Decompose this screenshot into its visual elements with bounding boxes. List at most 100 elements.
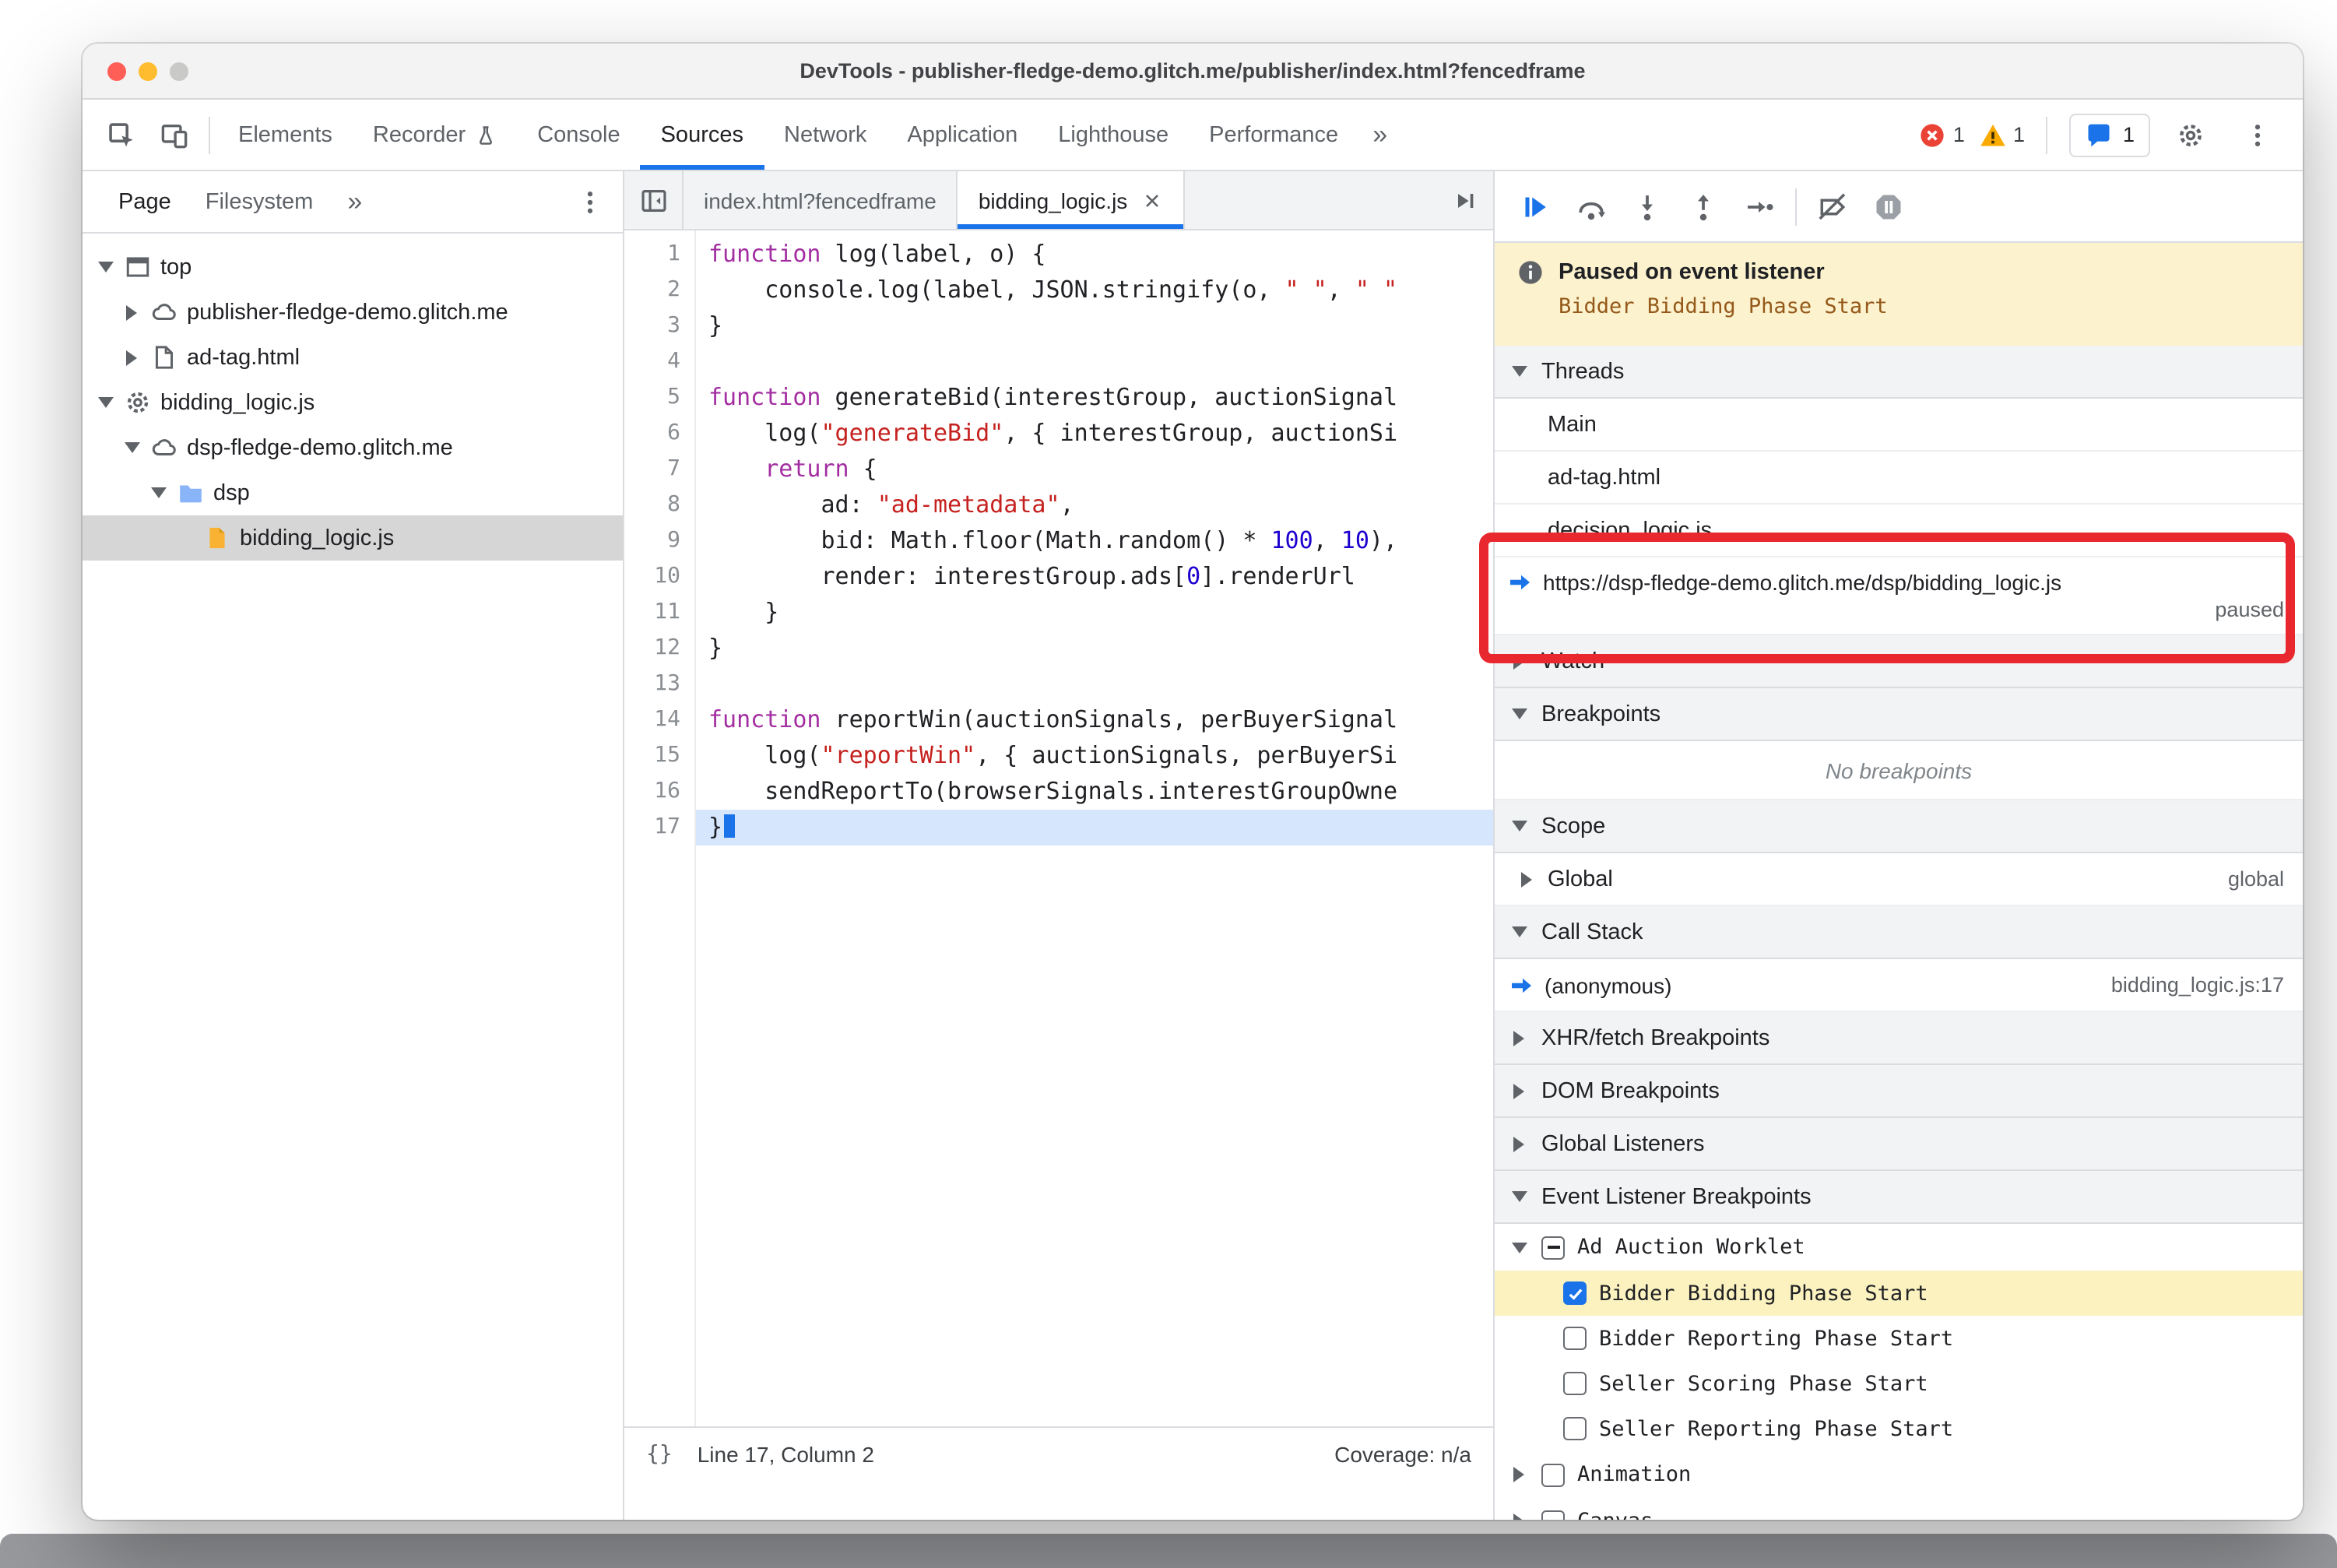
line-number[interactable]: 13 [624,666,680,702]
event-category-checkbox[interactable] [1541,1510,1565,1520]
event-breakpoint-seller-scoring-phase-start[interactable]: Seller Scoring Phase Start [1495,1361,2303,1406]
code-line[interactable]: render: interestGroup.ads[0].renderUrl [696,559,1493,595]
tab-overflow-button[interactable] [1437,171,1493,229]
line-number[interactable]: 4 [624,344,680,380]
expander-closed[interactable] [121,347,142,367]
tab-recorder[interactable]: Recorder [353,100,517,170]
global-listeners-section-header[interactable]: Global Listeners [1495,1118,2303,1171]
expand-triangle[interactable] [1509,651,1529,671]
step-over-button[interactable] [1563,178,1619,234]
line-number[interactable]: 17 [624,810,680,846]
code-line[interactable]: ad: "ad-metadata", [696,487,1493,523]
tab-console[interactable]: Console [517,100,640,170]
code-line[interactable]: } [696,595,1493,631]
tab-network[interactable]: Network [764,100,887,170]
expand-triangle[interactable] [1509,1464,1529,1485]
line-number[interactable]: 2 [624,272,680,308]
tree-item-bidding-logic-js[interactable]: bidding_logic.js [83,515,623,561]
scope-section-header[interactable]: Scope [1495,800,2303,853]
code-line[interactable]: console.log(label, JSON.stringify(o, " "… [696,272,1493,308]
event-category-checkbox[interactable] [1541,1236,1565,1259]
sidebar-tab-page[interactable]: Page [101,171,188,232]
scope-global-row[interactable]: Global global [1495,853,2303,906]
event-category-ad-auction-worklet[interactable]: Ad Auction Worklet [1495,1224,2303,1271]
code-line[interactable]: bid: Math.floor(Math.random() * 100, 10)… [696,523,1493,559]
step-out-button[interactable] [1675,178,1731,234]
editor-tab-bidding-logic-js[interactable]: bidding_logic.js [958,171,1186,229]
event-category-checkbox[interactable] [1541,1463,1565,1486]
line-number[interactable]: 14 [624,702,680,738]
line-number[interactable]: 1 [624,237,680,272]
code-line[interactable]: return { [696,452,1493,487]
line-number-gutter[interactable]: 1 2 3 4 5 6 7 8 9 10 11 12 13 14 15 16 17 [624,230,696,1426]
code-line[interactable]: sendReportTo(browserSignals.interestGrou… [696,774,1493,810]
collapse-triangle[interactable] [1509,816,1529,836]
thread-decision-logic-js[interactable]: decision_logic.js [1495,505,2303,557]
event-listener-breakpoints-section-header[interactable]: Event Listener Breakpoints [1495,1171,2303,1224]
tab-application[interactable]: Application [887,100,1038,170]
call-stack-section-header[interactable]: Call Stack [1495,906,2303,959]
step-button[interactable] [1731,178,1787,234]
collapse-triangle[interactable] [1509,704,1529,724]
sidebar-tab-filesystem[interactable]: Filesystem [188,171,331,232]
collapse-triangle[interactable] [1509,361,1529,381]
line-number[interactable]: 12 [624,631,680,666]
device-toolbar-button[interactable] [148,110,201,160]
tree-item-dsp-fledge-demo-glitch-me[interactable]: dsp-fledge-demo.glitch.me [83,425,623,470]
event-breakpoint-checkbox[interactable] [1563,1372,1587,1395]
code-line[interactable]: function generateBid(interestGroup, auct… [696,380,1493,416]
code-line[interactable]: function reportWin(auctionSignals, perBu… [696,702,1493,738]
tree-item-ad-tag-html[interactable]: ad-tag.html [83,335,623,380]
event-breakpoint-checkbox[interactable] [1563,1281,1587,1305]
xhr-breakpoints-section-header[interactable]: XHR/fetch Breakpoints [1495,1012,2303,1065]
code-line[interactable]: function log(label, o) { [696,237,1493,272]
call-stack-frame[interactable]: (anonymous) bidding_logic.js:17 [1495,959,2303,1012]
expand-triangle[interactable] [1509,1081,1529,1101]
console-errors-badge[interactable]: 1 [1919,121,1965,149]
event-breakpoint-bidder-reporting-phase-start[interactable]: Bidder Reporting Phase Start [1495,1316,2303,1361]
event-breakpoint-checkbox[interactable] [1563,1417,1587,1440]
inspect-button[interactable] [95,110,148,160]
line-number[interactable]: 15 [624,738,680,774]
event-breakpoint-checkbox[interactable] [1563,1327,1587,1350]
expand-triangle[interactable] [1516,869,1537,889]
collapse-triangle[interactable] [1509,1237,1529,1257]
minimize-button[interactable] [139,62,157,80]
thread-ad-tag-html[interactable]: ad-tag.html [1495,452,2303,505]
more-navigator-tabs-icon[interactable]: » [333,186,376,217]
line-number[interactable]: 7 [624,452,680,487]
watch-section-header[interactable]: Watch [1495,635,2303,688]
line-number[interactable]: 5 [624,380,680,416]
main-menu-button[interactable] [2231,110,2284,160]
line-number[interactable]: 8 [624,487,680,523]
event-category-canvas[interactable]: Canvas [1495,1498,2303,1520]
code-lines[interactable]: function log(label, o) { console.log(lab… [696,230,1493,1426]
resume-button[interactable] [1507,178,1563,234]
thread-https-dsp-fledge-demo-glitch-me-dsp-bidding-logic-js[interactable]: https://dsp-fledge-demo.glitch.me/dsp/bi… [1495,557,2303,635]
expander-open[interactable] [95,257,115,277]
line-number[interactable]: 9 [624,523,680,559]
tab-lighthouse[interactable]: Lighthouse [1038,100,1189,170]
tab-elements[interactable]: Elements [218,100,353,170]
navigator-menu-button[interactable] [567,178,613,225]
code-line[interactable] [696,666,1493,702]
issues-button[interactable]: 1 [2069,113,2150,156]
window-titlebar[interactable]: DevTools - publisher-fledge-demo.glitch.… [83,44,2303,100]
expander-open[interactable] [95,392,115,413]
line-number[interactable]: 11 [624,595,680,631]
more-panels-icon[interactable]: » [1358,100,1401,170]
line-number[interactable]: 6 [624,416,680,452]
breakpoints-section-header[interactable]: Breakpoints [1495,688,2303,741]
tab-performance[interactable]: Performance [1189,100,1358,170]
tab-sources[interactable]: Sources [640,100,764,170]
zoom-button[interactable] [170,62,188,80]
threads-section-header[interactable]: Threads [1495,346,2303,399]
dom-breakpoints-section-header[interactable]: DOM Breakpoints [1495,1065,2303,1118]
pause-on-exceptions-button[interactable] [1861,178,1917,234]
editor-tab-index-html-fencedframe[interactable]: index.html?fencedframe [684,171,958,229]
code-line[interactable]: } [696,631,1493,666]
thread-main[interactable]: Main [1495,399,2303,452]
expander-closed[interactable] [121,302,142,322]
code-line[interactable]: } [696,810,1493,846]
line-number[interactable]: 10 [624,559,680,595]
